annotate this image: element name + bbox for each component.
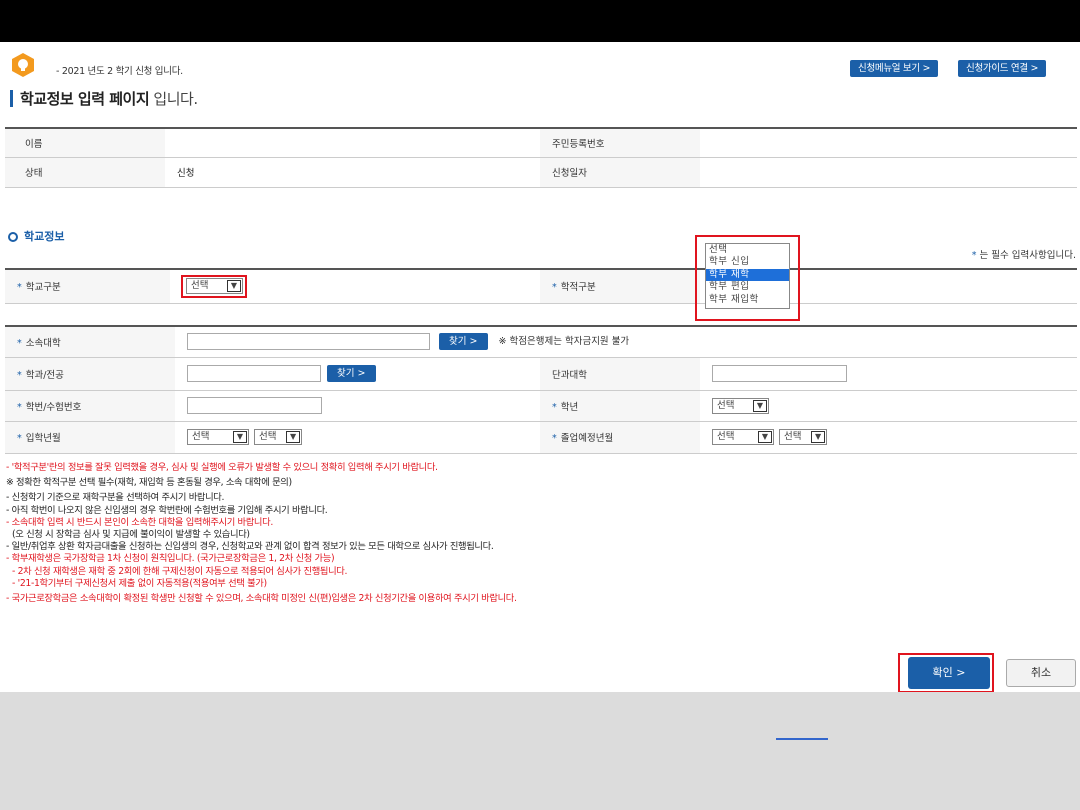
school-type-select[interactable]: 선택 ▼: [186, 278, 243, 294]
graduation-year-select[interactable]: 선택 ▼: [712, 429, 774, 445]
apply-date-value: [700, 157, 1077, 188]
dropdown-option[interactable]: 학부 재입학: [706, 294, 789, 306]
table-row: * 소속대학 찾기 > ※ 학점은행제는 학자금지원 불가: [5, 326, 1077, 358]
dropdown-option[interactable]: 선택: [706, 244, 789, 256]
footer-link-underline[interactable]: [776, 738, 828, 740]
chevron-down-icon: ▼: [811, 431, 826, 443]
major-input[interactable]: [187, 365, 321, 382]
major-find-button[interactable]: 찾기 >: [327, 365, 376, 382]
admission-year-select[interactable]: 선택 ▼: [187, 429, 249, 445]
school-info-form-table: * 소속대학 찾기 > ※ 학점은행제는 학자금지원 불가 * 학과/전공 찾기 >…: [5, 325, 1077, 454]
school-type-table: * 학교구분 * 학적구분: [5, 268, 1077, 304]
chevron-down-icon: ▼: [227, 280, 241, 292]
chevron-down-icon: ▼: [753, 399, 767, 412]
page-title-suffix: 입니다.: [149, 90, 198, 108]
enroll-type-dropdown[interactable]: 선택 학부 신입 학부 재학 학부 편입 학부 재입학: [705, 243, 790, 309]
rrn-label: 주민등록번호: [540, 128, 700, 158]
confirm-button[interactable]: 확인 >: [908, 657, 990, 689]
graduation-cell: 선택 ▼ 선택 ▼: [700, 421, 1077, 454]
student-id-cell: [175, 390, 540, 422]
status-value: 신청: [165, 157, 540, 188]
note-line: - 일반/취업후 상환 학자금대출을 신청하는 신입생의 경우, 신청학교와 관…: [6, 541, 494, 553]
chevron-down-icon: ▼: [758, 431, 772, 443]
grade-select[interactable]: 선택 ▼: [712, 397, 769, 414]
applicant-info-table: 이름 주민등록번호 상태 신청 신청일자: [5, 127, 1077, 188]
rrn-value: [700, 128, 1077, 158]
name-label: 이름: [5, 128, 165, 158]
table-row: * 학과/전공 찾기 > 단과대학: [5, 357, 1077, 391]
admission-label: * 입학년월: [5, 421, 175, 454]
note-line: - 신청학기 기준으로 재학구분을 선택하여 주시기 바랍니다.: [6, 492, 225, 504]
admission-cell: 선택 ▼ 선택 ▼: [175, 421, 540, 454]
notes-block: - '학적구분'란의 정보를 잘못 입력했을 경우, 심사 및 실행에 오류가 …: [6, 462, 1076, 605]
note-line: ※ 정확한 학적구분 선택 필수(재학, 재입학 등 혼동될 경우, 소속 대학…: [6, 477, 292, 489]
required-note: * 는 필수 입력사항입니다.: [972, 247, 1076, 261]
top-black-bar: [0, 0, 1080, 42]
note-line: - 2차 신청 재학생은 재학 중 2회에 한해 구제신청이 자동으로 적용되어…: [12, 565, 348, 577]
enroll-type-label: * 학적구분: [540, 269, 700, 304]
school-type-label: * 학교구분: [5, 269, 170, 304]
major-label: * 학과/전공: [5, 357, 175, 391]
credit-bank-note: ※ 학점은행제는 학자금지원 불가: [498, 336, 630, 348]
graduation-label: * 졸업예정년월: [540, 421, 700, 454]
major-cell: 찾기 >: [175, 357, 540, 391]
dropdown-option[interactable]: 학부 신입: [706, 256, 789, 268]
note-line: - 국가근로장학금은 소속대학이 확정된 학생만 신청할 수 있으며, 소속대학…: [6, 592, 517, 604]
guide-link-button[interactable]: 신청가이드 연결 >: [958, 60, 1047, 77]
page-title-bold: 학교정보 입력 페이지: [20, 90, 150, 108]
college-label: 단과대학: [540, 357, 700, 391]
note-line: - 아직 학번이 나오지 않은 신입생의 경우 학번란에 수험번호를 기입해 주…: [6, 504, 328, 516]
university-cell: 찾기 > ※ 학점은행제는 학자금지원 불가: [175, 326, 1077, 358]
grade-label: * 학년: [540, 390, 700, 422]
name-value: [165, 128, 540, 158]
bulb-icon: [10, 52, 36, 78]
student-id-label: * 학번/수험번호: [5, 390, 175, 422]
table-row: * 입학년월 선택 ▼ 선택 ▼ * 졸업예정년월 선택 ▼ 선택 ▼: [5, 421, 1077, 454]
dropdown-option-highlighted[interactable]: 학부 재학: [706, 268, 789, 282]
university-find-button[interactable]: 찾기 >: [439, 333, 488, 351]
grade-cell: 선택 ▼: [700, 390, 1077, 422]
title-accent-bar: [10, 90, 13, 107]
college-cell: [700, 357, 1077, 391]
admission-month-select[interactable]: 선택 ▼: [254, 429, 303, 445]
section-title-text: 학교정보: [24, 230, 65, 243]
chevron-down-icon: ▼: [286, 431, 301, 443]
section-bullet-icon: [8, 232, 18, 242]
page-title: 학교정보 입력 페이지 입니다.: [20, 88, 198, 109]
table-row: 이름 주민등록번호: [5, 128, 1077, 158]
note-line: - '학적구분'란의 정보를 잘못 입력했을 경우, 심사 및 실행에 오류가 …: [6, 462, 438, 473]
table-row: * 학번/수험번호 * 학년 선택 ▼: [5, 390, 1077, 422]
section-title: 학교정보: [8, 228, 64, 244]
note-line: - 학부재학생은 국가장학금 1차 신청이 원칙입니다. (국가근로장학금은 1…: [6, 553, 335, 565]
chevron-down-icon: ▼: [233, 431, 247, 443]
table-row: 상태 신청 신청일자: [5, 157, 1077, 188]
table-row: * 학교구분 * 학적구분: [5, 269, 1077, 304]
dropdown-option[interactable]: 학부 편입: [706, 281, 789, 293]
graduation-month-select[interactable]: 선택 ▼: [779, 429, 828, 445]
cancel-button[interactable]: 취소: [1006, 659, 1076, 687]
footer-area: [0, 692, 1080, 810]
university-label: * 소속대학: [5, 326, 175, 358]
note-line: (오 신청 시 장학금 심사 및 지급에 불이익이 발생할 수 있습니다): [12, 528, 250, 540]
student-id-input[interactable]: [187, 397, 322, 414]
college-input[interactable]: [712, 365, 847, 382]
manual-button[interactable]: 신청메뉴얼 보기 >: [850, 60, 939, 77]
required-note-text: 는 필수 입력사항입니다.: [976, 250, 1076, 261]
university-input[interactable]: [187, 333, 430, 351]
semester-notice: - 2021 년도 2 학기 신청 입니다.: [56, 66, 183, 77]
apply-date-label: 신청일자: [540, 157, 700, 188]
note-line: - '21-1학기부터 구제신청서 제출 없이 자동적용(적용여부 선택 불가): [12, 577, 267, 589]
status-label: 상태: [5, 157, 165, 188]
note-line: - 소속대학 입력 시 반드시 본인이 소속한 대학을 입력해주시기 바랍니다.: [6, 516, 273, 528]
